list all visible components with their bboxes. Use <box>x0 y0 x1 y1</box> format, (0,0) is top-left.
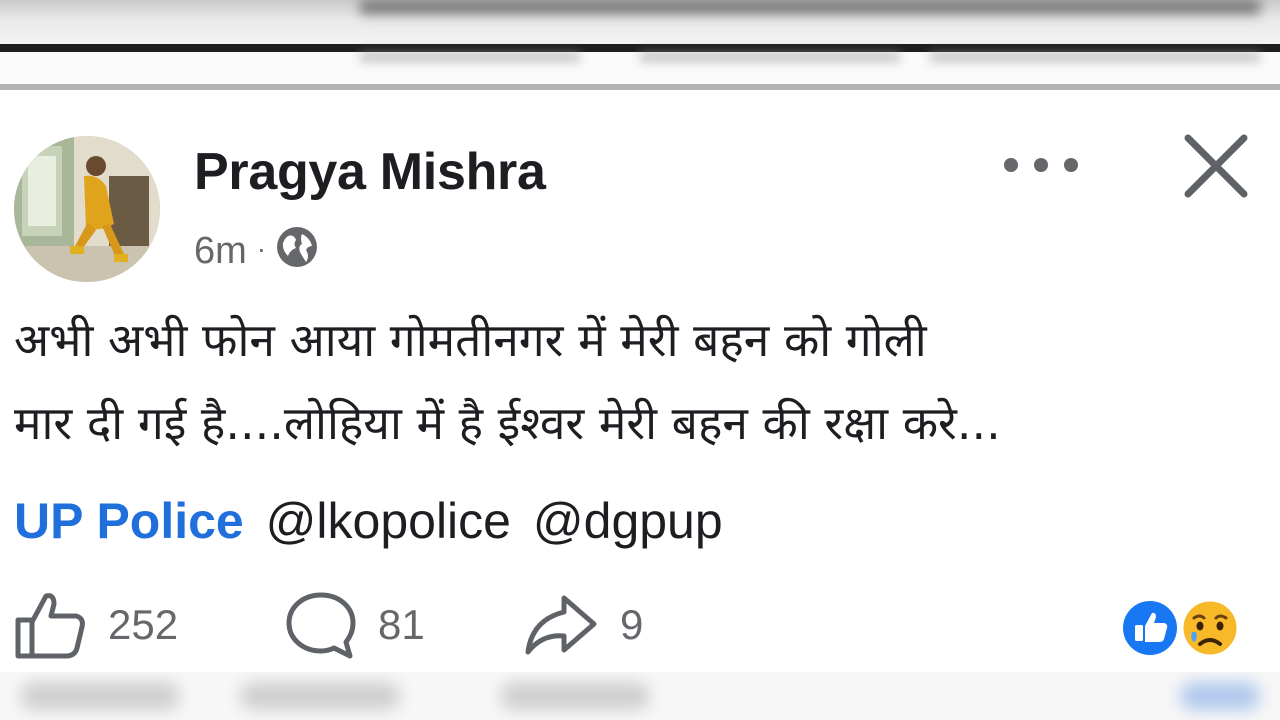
globe-icon <box>276 226 318 275</box>
share-count: 9 <box>620 601 644 648</box>
dot-icon <box>1064 158 1078 172</box>
tagged-page-link[interactable]: UP Police <box>14 493 244 549</box>
avatar-photo <box>14 136 160 282</box>
close-button[interactable] <box>1180 130 1252 202</box>
share-arrow-icon <box>525 595 597 655</box>
facebook-post: Pragya Mishra 6m · अभी अभी फोन आया गोमती… <box>0 90 1280 672</box>
post-tags: UP Police @lkopolice @dgpup <box>14 496 723 546</box>
post-body-line: मार दी गई है....लोहिया में है ईश्वर मेरी… <box>14 396 1001 450</box>
post-body: अभी अभी फोन आया गोमतीनगर में मेरी बहन को… <box>14 312 1264 478</box>
blurred-previous-bar <box>0 52 1280 86</box>
post-body-line: अभी अभी फोन आया गोमतीनगर में मेरी बहन को… <box>14 313 927 367</box>
like-reaction-icon <box>1120 598 1180 658</box>
close-icon <box>1184 134 1248 198</box>
dot-icon <box>1034 158 1048 172</box>
dot-icon <box>1004 158 1018 172</box>
thumbs-up-icon <box>15 593 85 659</box>
author-name[interactable]: Pragya Mishra <box>194 146 546 198</box>
mention-link[interactable]: @lkopolice <box>266 493 511 549</box>
like-count: 252 <box>108 601 179 648</box>
meta-separator: · <box>256 232 267 264</box>
mention-link[interactable]: @dgpup <box>533 493 723 549</box>
comment-count: 81 <box>378 601 425 648</box>
more-options-button[interactable] <box>1004 145 1078 185</box>
like-button[interactable]: 252 <box>14 590 178 660</box>
post-timestamp[interactable]: 6m <box>194 232 247 270</box>
reactions-summary[interactable] <box>1118 596 1244 660</box>
top-blurred-strip <box>0 0 1280 52</box>
comment-icon <box>286 592 356 659</box>
post-meta: 6m · <box>194 226 318 275</box>
share-button[interactable]: 9 <box>522 590 643 660</box>
sad-reaction-icon <box>1180 598 1240 658</box>
comment-button[interactable]: 81 <box>284 590 425 660</box>
bottom-blurred-strip <box>0 672 1280 720</box>
avatar[interactable] <box>14 136 160 282</box>
